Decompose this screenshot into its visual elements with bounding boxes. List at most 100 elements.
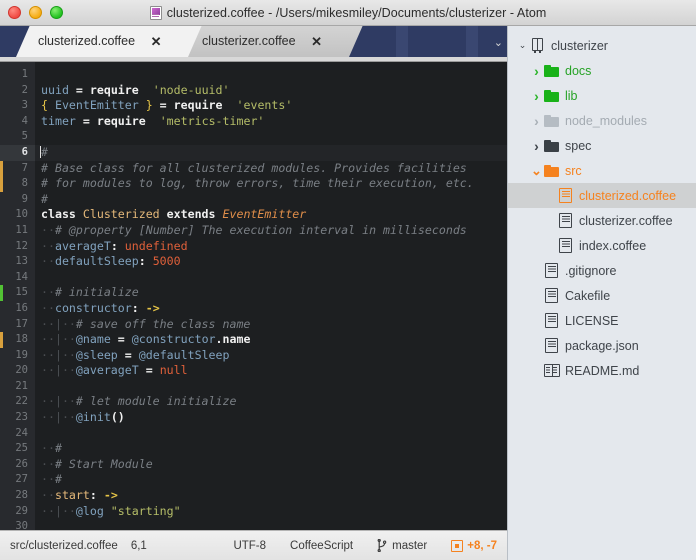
code-line[interactable] [35,270,507,286]
line-number[interactable]: 28 [0,488,35,504]
line-number[interactable]: 27 [0,472,35,488]
line-number[interactable]: 29 [0,504,35,520]
line-number[interactable]: 12 [0,239,35,255]
line-number[interactable]: 9 [0,192,35,208]
code-line[interactable]: ··|··@averageT = null [35,363,507,379]
close-icon[interactable]: ✕ [149,34,163,48]
code-line[interactable]: uuid = require 'node-uuid' [35,83,507,99]
line-number[interactable]: 23 [0,410,35,426]
code-line[interactable]: ··|··@sleep = @defaultSleep [35,348,507,364]
chevron-down-icon[interactable]: ⌄ [516,41,529,50]
tree-item-cakefile[interactable]: Cakefile [508,283,696,308]
code-line[interactable]: # [35,192,507,208]
code-line[interactable]: ··start: -> [35,488,507,504]
line-number[interactable]: 18 [0,332,35,348]
code-line[interactable]: ··|··@name = @constructor.name [35,332,507,348]
code-line[interactable] [35,129,507,145]
code-line[interactable]: { EventEmitter } = require 'events' [35,98,507,114]
code-content[interactable]: uuid = require 'node-uuid'{ EventEmitter… [35,62,507,530]
code-line[interactable]: class Clusterized extends EventEmitter [35,207,507,223]
code-line[interactable] [35,67,507,83]
line-number[interactable]: 24 [0,426,35,442]
chevron-right-icon[interactable]: › [530,89,543,103]
code-line[interactable] [35,519,507,530]
code-token: require [173,98,223,113]
line-number[interactable]: 2 [0,83,35,99]
line-number[interactable]: 25 [0,441,35,457]
tree-item-root[interactable]: ⌄ clusterizer [508,33,696,58]
code-line[interactable]: ··# initialize [35,285,507,301]
grammar-label[interactable]: CoffeeScript [290,540,353,552]
tree-item-spec[interactable]: › spec [508,133,696,158]
line-number[interactable]: 10 [0,207,35,223]
code-line[interactable]: ··averageT: undefined [35,239,507,255]
code-line[interactable]: ··# Start Module [35,457,507,473]
tree-item-clusterized-coffee[interactable]: clusterized.coffee [508,183,696,208]
code-line[interactable]: ··|··# save off the class name [35,317,507,333]
line-number[interactable]: 16 [0,301,35,317]
code-line[interactable] [35,379,507,395]
code-line[interactable]: ··constructor: -> [35,301,507,317]
code-line[interactable]: ··defaultSleep: 5000 [35,254,507,270]
close-icon[interactable]: ✕ [310,34,324,48]
encoding-label[interactable]: UTF-8 [233,540,266,552]
chevron-right-icon[interactable]: › [530,64,543,78]
code-token: @sleep [75,347,118,362]
minimize-button[interactable] [29,6,42,19]
status-file-path[interactable]: src/clusterized.coffee [10,540,118,552]
code-line[interactable]: # Base class for all clusterized modules… [35,161,507,177]
line-number[interactable]: 17 [0,317,35,333]
tree-item-clusterizer-coffee[interactable]: clusterizer.coffee [508,208,696,233]
tree-item-src[interactable]: ⌄ src [508,158,696,183]
code-line[interactable] [35,426,507,442]
line-number[interactable]: 1 [0,67,35,83]
tree-item-lib[interactable]: › lib [508,83,696,108]
code-line[interactable]: timer = require 'metrics-timer' [35,114,507,130]
chevron-right-icon[interactable]: › [530,139,543,153]
tree-item-gitignore[interactable]: .gitignore [508,258,696,283]
chevron-right-icon[interactable]: › [530,114,543,128]
tree-item-node-modules[interactable]: › node_modules [508,108,696,133]
git-branch[interactable]: master [377,539,427,552]
line-number[interactable]: 3 [0,98,35,114]
tree-item-package-json[interactable]: package.json [508,333,696,358]
line-number[interactable]: 15 [0,285,35,301]
tree-item-license[interactable]: LICENSE [508,308,696,333]
line-number[interactable]: 4 [0,114,35,130]
code-token: # Base class for all clusterized modules… [41,160,467,175]
line-number[interactable]: 7 [0,160,35,177]
code-line[interactable]: ··# [35,472,507,488]
cursor-position[interactable]: 6,1 [131,540,147,552]
git-diff-stats[interactable]: +8, -7 [451,539,497,552]
line-number[interactable]: 14 [0,270,35,286]
close-button[interactable] [8,6,21,19]
line-number[interactable]: 26 [0,457,35,473]
code-line[interactable]: # for modules to log, throw errors, time… [35,176,507,192]
code-line[interactable]: ··|··# let module initialize [35,394,507,410]
tree-item-readme-md[interactable]: README.md [508,358,696,383]
text-editor[interactable]: 1 2 3 4 5 6 7 8 9 10 11 12 13 14 15 16 17 18 19 20 21 22 23 24 2… [0,62,507,530]
line-number[interactable]: 30 [0,519,35,530]
line-number[interactable]: 19 [0,348,35,364]
line-number[interactable]: 21 [0,379,35,395]
code-line[interactable]: ··|··@log "starting" [35,504,507,520]
code-line[interactable]: ··# @property [Number] The execution int… [35,223,507,239]
line-number[interactable]: 8 [0,176,35,192]
line-number[interactable]: 22 [0,394,35,410]
tree-view[interactable]: ⌄ clusterizer › docs › lib › node_modules › spec ⌄… [507,26,696,560]
line-number[interactable]: 20 [0,363,35,379]
code-line[interactable]: # [35,144,507,161]
chevron-down-icon[interactable]: ⌄ [530,164,543,177]
tab-clusterizer-coffee[interactable]: clusterizer.coffee ✕ [180,26,363,57]
zoom-button[interactable] [50,6,63,19]
line-number[interactable]: 13 [0,254,35,270]
tree-item-docs[interactable]: › docs [508,58,696,83]
line-number[interactable]: 6 [0,144,35,161]
line-number[interactable]: 5 [0,129,35,145]
tree-item-index-coffee[interactable]: index.coffee [508,233,696,258]
tab-clusterized-coffee[interactable]: clusterized.coffee ✕ [16,26,202,57]
line-number[interactable]: 11 [0,223,35,239]
code-line[interactable]: ··|··@init() [35,410,507,426]
chevron-down-icon[interactable]: ⌄ [494,38,503,49]
code-line[interactable]: ··# [35,441,507,457]
